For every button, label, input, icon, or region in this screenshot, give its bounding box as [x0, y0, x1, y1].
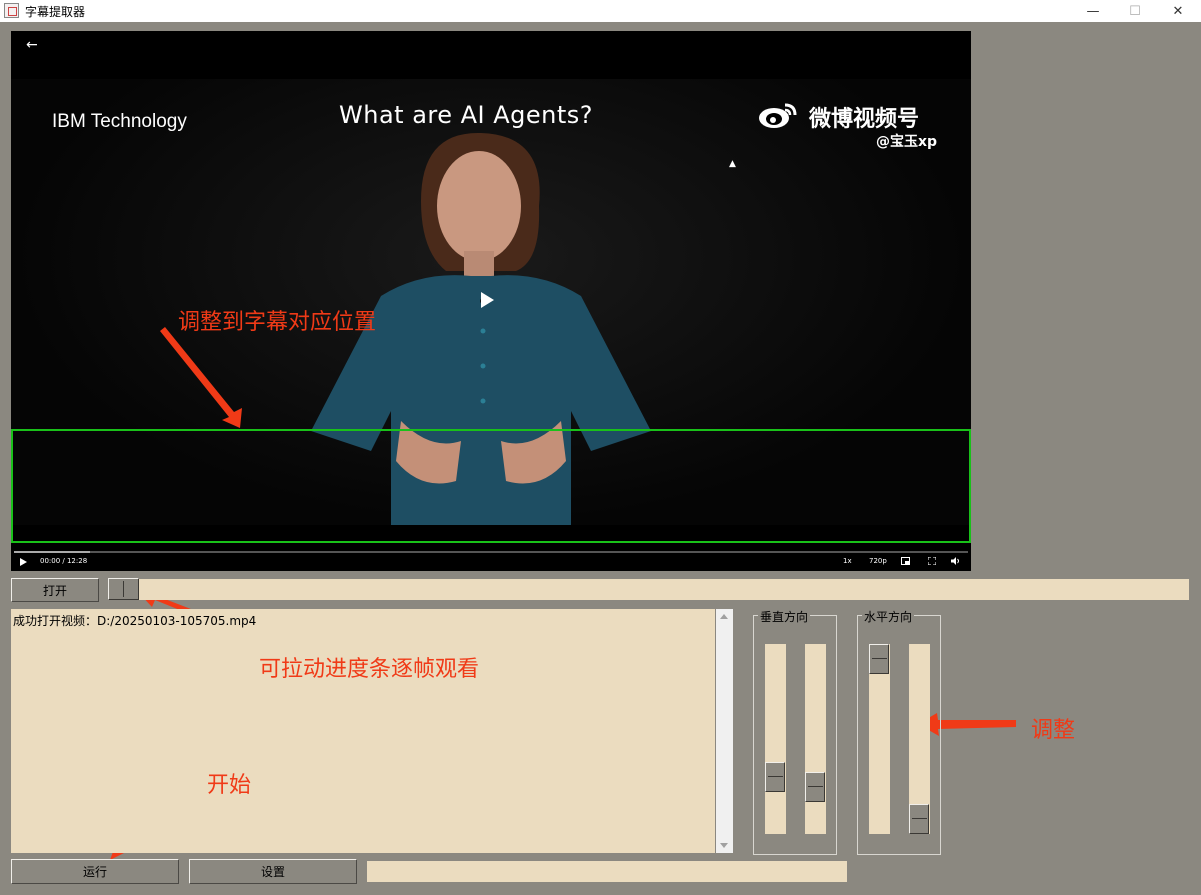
frame-slider-track[interactable] — [108, 579, 1189, 600]
horizontal-group-title: 水平方向 — [862, 608, 915, 625]
weibo-logo-icon — [759, 103, 797, 128]
open-button[interactable]: 打开 — [11, 578, 99, 602]
window-title: 字幕提取器 — [25, 5, 86, 19]
play-overlay-icon[interactable] — [481, 292, 494, 308]
video-progress-track[interactable] — [14, 551, 968, 553]
player-play-icon[interactable] — [20, 558, 27, 566]
maximize-button[interactable]: ☐ — [1112, 0, 1158, 22]
horizontal-slider-2-thumb[interactable] — [909, 804, 929, 834]
scroll-up-icon[interactable] — [720, 614, 728, 619]
run-button[interactable]: 运行 — [11, 859, 179, 884]
vertical-slider-1-track[interactable] — [765, 644, 786, 834]
subtitle-region-box[interactable] — [11, 429, 971, 543]
vertical-direction-group: 垂直方向 — [753, 608, 837, 855]
horizontal-slider-1-thumb[interactable] — [869, 644, 889, 674]
minimize-button[interactable]: — — [1070, 0, 1116, 22]
close-button[interactable]: ✕ — [1155, 0, 1201, 22]
vertical-group-title: 垂直方向 — [758, 608, 811, 625]
quality-button[interactable]: 720p — [869, 557, 887, 565]
pip-icon[interactable] — [901, 557, 910, 565]
watermark-name: 微博视频号 — [809, 107, 920, 132]
annotation-start: 开始 — [207, 773, 252, 798]
settings-button[interactable]: 设置 — [189, 859, 357, 884]
volume-icon[interactable] — [951, 557, 961, 565]
vertical-slider-2-thumb[interactable] — [805, 772, 825, 802]
log-line: 成功打开视频：D:/20250103-105705.mp4 — [13, 614, 257, 628]
app-icon — [4, 3, 19, 18]
video-progress-fill — [14, 551, 91, 553]
scroll-down-icon[interactable] — [720, 843, 728, 848]
back-arrow-icon[interactable]: ← — [26, 37, 38, 53]
player-time: 00:00 / 12:28 — [40, 557, 88, 565]
annotation-drag-progress: 可拉动进度条逐帧观看 — [259, 657, 480, 682]
vertical-slider-1-thumb[interactable] — [765, 762, 785, 792]
annotation-adjust-position: 调整到字幕对应位置 — [178, 310, 377, 335]
vertical-slider-2-track[interactable] — [805, 644, 826, 834]
title-bar: 字幕提取器 — ☐ ✕ — [0, 0, 1201, 22]
log-textarea[interactable]: 成功打开视频：D:/20250103-105705.mp4 — [11, 609, 715, 853]
watermark-handle: @宝玉xp — [876, 134, 938, 150]
frame-slider-thumb[interactable] — [108, 578, 139, 600]
mouse-cursor-icon: ▲ — [729, 159, 736, 169]
status-field — [367, 861, 847, 882]
channel-label: IBM Technology — [52, 111, 187, 132]
log-scrollbar[interactable] — [716, 609, 733, 853]
annotation-adjust: 调整 — [1031, 718, 1076, 743]
horizontal-direction-group: 水平方向 — [857, 608, 941, 855]
speed-button[interactable]: 1x — [843, 557, 852, 565]
fullscreen-icon[interactable] — [928, 557, 936, 565]
player-controls: 00:00 / 12:28 1x 720p — [11, 545, 971, 571]
